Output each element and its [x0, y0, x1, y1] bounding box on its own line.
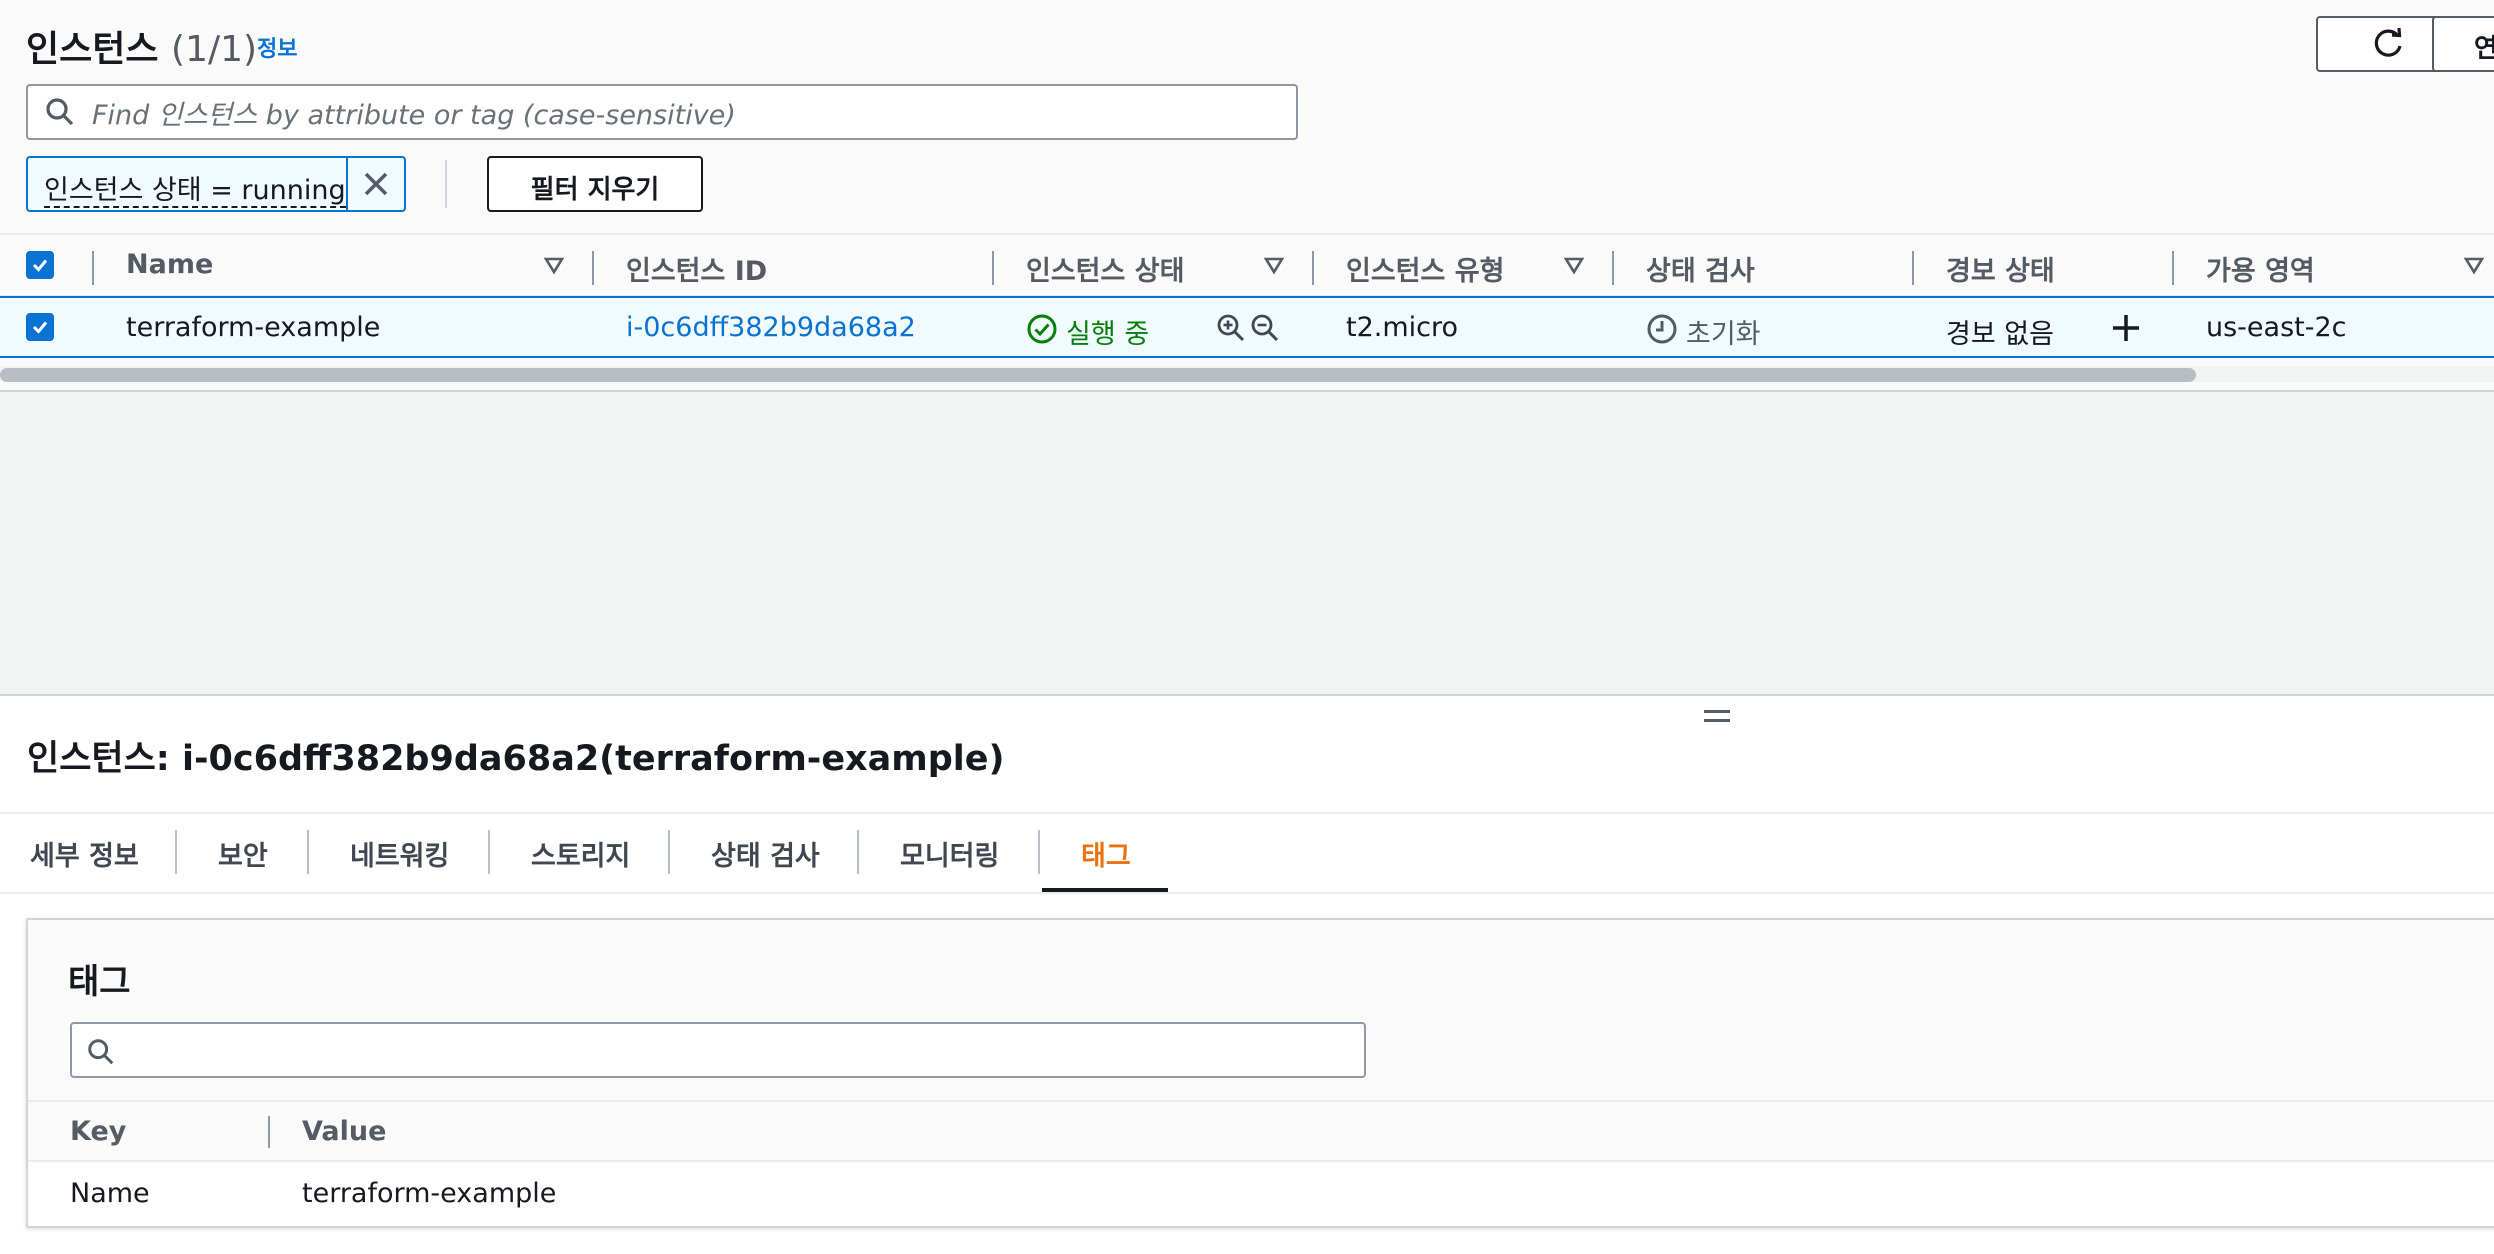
select-all-checkbox[interactable]	[26, 251, 54, 279]
split-panel-gap	[0, 392, 2494, 696]
details-title: 인스턴스: i-0c6dff382b9da68a2(terraform-exam…	[27, 739, 1005, 779]
column-header-value[interactable]: Value	[302, 1116, 386, 1147]
search-input[interactable]: Find 인스턴스 by attribute or tag (case-sens…	[92, 93, 736, 132]
cell-alarm-status: 경보 없음	[1946, 319, 2054, 350]
close-icon	[362, 170, 390, 198]
clear-filters-button[interactable]: 필터 지우기	[487, 156, 703, 212]
page-title: 인스턴스 (1/1)	[26, 20, 257, 72]
tags-container: 태그 Key Value Name terraform-example	[26, 918, 2494, 1228]
refresh-icon	[2370, 26, 2406, 62]
column-separator[interactable]	[1912, 251, 1914, 285]
page-title-text: 인스턴스	[26, 29, 159, 70]
tab-divider	[307, 830, 309, 874]
connect-button[interactable]: 연	[2432, 16, 2494, 72]
tags-header: 태그	[28, 920, 2494, 1100]
check-circle-icon	[1026, 313, 1058, 345]
tag-key: Name	[70, 1178, 150, 1209]
info-link[interactable]: 정보	[257, 31, 297, 63]
column-header-status-check[interactable]: 상태 검사	[1646, 249, 1755, 288]
column-separator[interactable]	[268, 1116, 270, 1148]
tab-monitoring[interactable]: 모니터링	[900, 834, 999, 873]
column-separator[interactable]	[592, 251, 594, 285]
table-row: Name terraform-example	[28, 1162, 2494, 1226]
tab-tags[interactable]: 태그	[1081, 834, 1131, 873]
tab-divider	[857, 830, 859, 874]
filter-token-label[interactable]: 인스턴스 상태 = running	[44, 175, 346, 208]
column-separator[interactable]	[992, 251, 994, 285]
column-header-instance-type[interactable]: 인스턴스 유형	[1346, 249, 1504, 288]
tab-details[interactable]: 세부 정보	[30, 834, 139, 873]
clock-icon	[1646, 313, 1678, 345]
tab-divider	[488, 830, 490, 874]
cell-status-check: 초기화	[1686, 319, 1761, 350]
sort-down-icon[interactable]	[1264, 257, 1284, 275]
sort-down-icon[interactable]	[1564, 257, 1584, 275]
zoom-in-icon[interactable]	[1216, 313, 1246, 343]
tab-storage[interactable]: 스토리지	[531, 834, 630, 873]
details-tabs: 세부 정보 보안 네트워킹 스토리지 상태 검사 모니터링 태그	[0, 814, 2494, 894]
column-separator[interactable]	[92, 251, 94, 285]
remove-filter-button[interactable]	[346, 158, 404, 210]
active-tab-indicator	[1042, 888, 1168, 892]
column-separator[interactable]	[1612, 251, 1614, 285]
drag-handle-icon[interactable]	[1704, 710, 1730, 728]
tab-networking[interactable]: 네트워킹	[350, 834, 449, 873]
tab-divider	[668, 830, 670, 874]
instance-search[interactable]: Find 인스턴스 by attribute or tag (case-sens…	[26, 84, 1298, 140]
tags-title: 태그	[68, 962, 131, 1002]
search-icon	[86, 1037, 1364, 1067]
filter-token[interactable]: 인스턴스 상태 = running	[26, 156, 406, 212]
check-icon	[32, 321, 48, 334]
column-header-instance-state[interactable]: 인스턴스 상태	[1026, 249, 1184, 288]
cell-instance-type: t2.micro	[1346, 312, 1459, 343]
sort-down-icon[interactable]	[544, 257, 564, 275]
instance-count: (1/1)	[171, 29, 258, 70]
tags-search-input[interactable]	[70, 1022, 1366, 1078]
tags-table-header: Key Value	[28, 1100, 2494, 1162]
tab-security[interactable]: 보안	[218, 834, 268, 873]
table-row[interactable]: terraform-example i-0c6dff382b9da68a2 실행…	[0, 296, 2494, 358]
sort-down-icon[interactable]	[2464, 257, 2484, 275]
tab-divider	[1038, 830, 1040, 874]
column-header-instance-id[interactable]: 인스턴스 ID	[626, 249, 767, 288]
plus-icon[interactable]	[2110, 312, 2142, 344]
cell-availability-zone: us-east-2c	[2206, 312, 2347, 343]
tab-divider	[175, 830, 177, 874]
column-header-name[interactable]: Name	[126, 249, 213, 280]
tab-status-check[interactable]: 상태 검사	[711, 834, 820, 873]
divider	[445, 160, 447, 208]
column-separator[interactable]	[1312, 251, 1314, 285]
column-header-alarm-status[interactable]: 경보 상태	[1946, 249, 2055, 288]
cell-instance-state: 실행 중	[1066, 319, 1150, 350]
tag-value: terraform-example	[302, 1178, 557, 1209]
row-checkbox[interactable]	[26, 313, 54, 341]
table-header: Name 인스턴스 ID 인스턴스 상태 인스턴스 유형 상태 검사 경보 상태…	[0, 233, 2494, 297]
column-header-availability-zone[interactable]: 가용 영역	[2206, 249, 2315, 288]
instances-panel: 인스턴스 (1/1) 정보 연 Find 인스턴스 by attribute o…	[0, 0, 2494, 390]
column-header-key[interactable]: Key	[70, 1116, 126, 1147]
search-icon	[44, 96, 76, 128]
cell-instance-id-link[interactable]: i-0c6dff382b9da68a2	[626, 312, 916, 343]
column-separator[interactable]	[2172, 251, 2174, 285]
cell-name: terraform-example	[126, 312, 381, 343]
zoom-out-icon[interactable]	[1250, 313, 1280, 343]
check-icon	[32, 259, 48, 272]
scrollbar-thumb[interactable]	[0, 368, 2196, 382]
